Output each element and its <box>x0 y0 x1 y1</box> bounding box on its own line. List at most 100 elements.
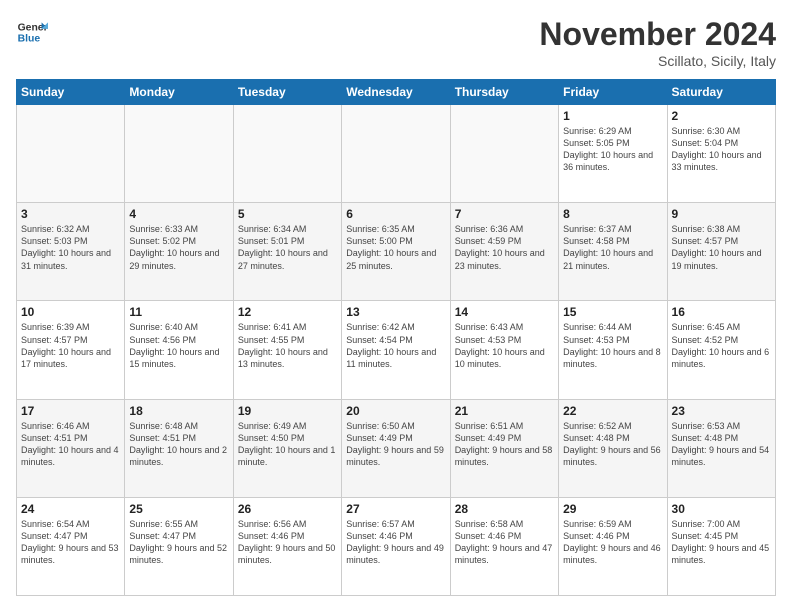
day-info: Sunrise: 6:57 AM Sunset: 4:46 PM Dayligh… <box>346 518 445 567</box>
day-number: 4 <box>129 207 228 221</box>
table-row: 25 Sunrise: 6:55 AM Sunset: 4:47 PM Dayli… <box>125 497 233 595</box>
table-row: 11Sunrise: 6:40 AM Sunset: 4:56 PM Dayli… <box>125 301 233 399</box>
day-number: 25 <box>129 502 228 516</box>
day-info: Sunrise: 6:42 AM Sunset: 4:54 PM Dayligh… <box>346 321 445 370</box>
table-row: 14 Sunrise: 6:43 AM Sunset: 4:53 PM Dayli… <box>450 301 558 399</box>
day-number: 1 <box>563 109 662 123</box>
day-number: 18 <box>129 404 228 418</box>
day-info: Sunrise: 6:41 AM Sunset: 4:55 PM Dayligh… <box>238 321 337 370</box>
day-info: Sunrise: 6:30 AM Sunset: 5:04 PM Dayligh… <box>672 125 771 174</box>
col-saturday: Saturday <box>667 80 775 105</box>
day-number: 9 <box>672 207 771 221</box>
logo: General Blue <box>16 16 48 48</box>
day-number: 14 <box>455 305 554 319</box>
table-row: 29 Sunrise: 6:59 AM Sunset: 4:46 PM Dayli… <box>559 497 667 595</box>
day-info: Sunrise: 6:32 AM Sunset: 5:03 PM Dayligh… <box>21 223 120 272</box>
day-info: Sunrise: 6:51 AM Sunset: 4:49 PM Dayligh… <box>455 420 554 469</box>
table-row: 13 Sunrise: 6:42 AM Sunset: 4:54 PM Dayli… <box>342 301 450 399</box>
table-row: 6 Sunrise: 6:35 AM Sunset: 5:00 PM Daylig… <box>342 203 450 301</box>
day-number: 6 <box>346 207 445 221</box>
table-row: 21 Sunrise: 6:51 AM Sunset: 4:49 PM Dayli… <box>450 399 558 497</box>
day-info: Sunrise: 6:37 AM Sunset: 4:58 PM Dayligh… <box>563 223 662 272</box>
day-number: 29 <box>563 502 662 516</box>
table-row: 8 Sunrise: 6:37 AM Sunset: 4:58 PM Daylig… <box>559 203 667 301</box>
table-row: 2 Sunrise: 6:30 AM Sunset: 5:04 PM Daylig… <box>667 105 775 203</box>
table-row: 18 Sunrise: 6:48 AM Sunset: 4:51 PM Dayli… <box>125 399 233 497</box>
day-number: 28 <box>455 502 554 516</box>
day-info: Sunrise: 6:54 AM Sunset: 4:47 PM Dayligh… <box>21 518 120 567</box>
day-info: Sunrise: 6:59 AM Sunset: 4:46 PM Dayligh… <box>563 518 662 567</box>
day-number: 23 <box>672 404 771 418</box>
table-row: 9 Sunrise: 6:38 AM Sunset: 4:57 PM Daylig… <box>667 203 775 301</box>
table-row: 28 Sunrise: 6:58 AM Sunset: 4:46 PM Dayli… <box>450 497 558 595</box>
table-row: 30 Sunrise: 7:00 AM Sunset: 4:45 PM Dayli… <box>667 497 775 595</box>
day-info: Sunrise: 6:58 AM Sunset: 4:46 PM Dayligh… <box>455 518 554 567</box>
day-info: Sunrise: 6:29 AM Sunset: 5:05 PM Dayligh… <box>563 125 662 174</box>
day-info: Sunrise: 6:34 AM Sunset: 5:01 PM Dayligh… <box>238 223 337 272</box>
header: General Blue November 2024 Scillato, Sic… <box>16 16 776 69</box>
table-row: 10 Sunrise: 6:39 AM Sunset: 4:57 PM Dayli… <box>17 301 125 399</box>
table-row: 5 Sunrise: 6:34 AM Sunset: 5:01 PM Daylig… <box>233 203 341 301</box>
table-row: 16Sunrise: 6:45 AM Sunset: 4:52 PM Dayli… <box>667 301 775 399</box>
table-row: 19Sunrise: 6:49 AM Sunset: 4:50 PM Dayli… <box>233 399 341 497</box>
day-number: 30 <box>672 502 771 516</box>
day-number: 7 <box>455 207 554 221</box>
day-info: Sunrise: 6:48 AM Sunset: 4:51 PM Dayligh… <box>129 420 228 469</box>
day-number: 3 <box>21 207 120 221</box>
day-number: 5 <box>238 207 337 221</box>
day-number: 10 <box>21 305 120 319</box>
day-info: Sunrise: 6:38 AM Sunset: 4:57 PM Dayligh… <box>672 223 771 272</box>
col-thursday: Thursday <box>450 80 558 105</box>
col-sunday: Sunday <box>17 80 125 105</box>
day-info: Sunrise: 6:35 AM Sunset: 5:00 PM Dayligh… <box>346 223 445 272</box>
table-row: 3 Sunrise: 6:32 AM Sunset: 5:03 PM Daylig… <box>17 203 125 301</box>
day-info: Sunrise: 6:36 AM Sunset: 4:59 PM Dayligh… <box>455 223 554 272</box>
calendar-week-row: 24 Sunrise: 6:54 AM Sunset: 4:47 PM Dayli… <box>17 497 776 595</box>
col-tuesday: Tuesday <box>233 80 341 105</box>
table-row: 15Sunrise: 6:44 AM Sunset: 4:53 PM Dayli… <box>559 301 667 399</box>
day-number: 26 <box>238 502 337 516</box>
day-info: Sunrise: 6:53 AM Sunset: 4:48 PM Dayligh… <box>672 420 771 469</box>
day-info: Sunrise: 6:44 AM Sunset: 4:53 PM Dayligh… <box>563 321 662 370</box>
table-row: 17Sunrise: 6:46 AM Sunset: 4:51 PM Dayli… <box>17 399 125 497</box>
table-row <box>233 105 341 203</box>
location: Scillato, Sicily, Italy <box>539 53 776 69</box>
title-block: November 2024 Scillato, Sicily, Italy <box>539 16 776 69</box>
day-number: 12 <box>238 305 337 319</box>
day-info: Sunrise: 6:39 AM Sunset: 4:57 PM Dayligh… <box>21 321 120 370</box>
table-row: 20 Sunrise: 6:50 AM Sunset: 4:49 PM Dayli… <box>342 399 450 497</box>
day-number: 13 <box>346 305 445 319</box>
day-number: 11 <box>129 305 228 319</box>
day-number: 27 <box>346 502 445 516</box>
day-info: Sunrise: 6:43 AM Sunset: 4:53 PM Dayligh… <box>455 321 554 370</box>
svg-text:Blue: Blue <box>18 34 41 45</box>
day-number: 21 <box>455 404 554 418</box>
col-wednesday: Wednesday <box>342 80 450 105</box>
table-row: 26Sunrise: 6:56 AM Sunset: 4:46 PM Dayli… <box>233 497 341 595</box>
logo-icon: General Blue <box>16 16 48 48</box>
table-row: 1 Sunrise: 6:29 AM Sunset: 5:05 PM Daylig… <box>559 105 667 203</box>
table-row: 7 Sunrise: 6:36 AM Sunset: 4:59 PM Daylig… <box>450 203 558 301</box>
col-monday: Monday <box>125 80 233 105</box>
table-row <box>17 105 125 203</box>
day-number: 22 <box>563 404 662 418</box>
day-info: Sunrise: 6:33 AM Sunset: 5:02 PM Dayligh… <box>129 223 228 272</box>
calendar-header-row: Sunday Monday Tuesday Wednesday Thursday… <box>17 80 776 105</box>
day-number: 16 <box>672 305 771 319</box>
table-row: 12 Sunrise: 6:41 AM Sunset: 4:55 PM Dayli… <box>233 301 341 399</box>
calendar-week-row: 10 Sunrise: 6:39 AM Sunset: 4:57 PM Dayli… <box>17 301 776 399</box>
day-number: 19 <box>238 404 337 418</box>
day-info: Sunrise: 6:52 AM Sunset: 4:48 PM Dayligh… <box>563 420 662 469</box>
day-number: 8 <box>563 207 662 221</box>
day-info: Sunrise: 6:46 AM Sunset: 4:51 PM Dayligh… <box>21 420 120 469</box>
day-info: Sunrise: 6:55 AM Sunset: 4:47 PM Dayligh… <box>129 518 228 567</box>
day-number: 20 <box>346 404 445 418</box>
table-row: 24 Sunrise: 6:54 AM Sunset: 4:47 PM Dayli… <box>17 497 125 595</box>
calendar-week-row: 1 Sunrise: 6:29 AM Sunset: 5:05 PM Daylig… <box>17 105 776 203</box>
day-number: 24 <box>21 502 120 516</box>
page: General Blue November 2024 Scillato, Sic… <box>0 0 792 612</box>
day-info: Sunrise: 7:00 AM Sunset: 4:45 PM Dayligh… <box>672 518 771 567</box>
day-info: Sunrise: 6:50 AM Sunset: 4:49 PM Dayligh… <box>346 420 445 469</box>
day-number: 2 <box>672 109 771 123</box>
table-row: 4 Sunrise: 6:33 AM Sunset: 5:02 PM Daylig… <box>125 203 233 301</box>
